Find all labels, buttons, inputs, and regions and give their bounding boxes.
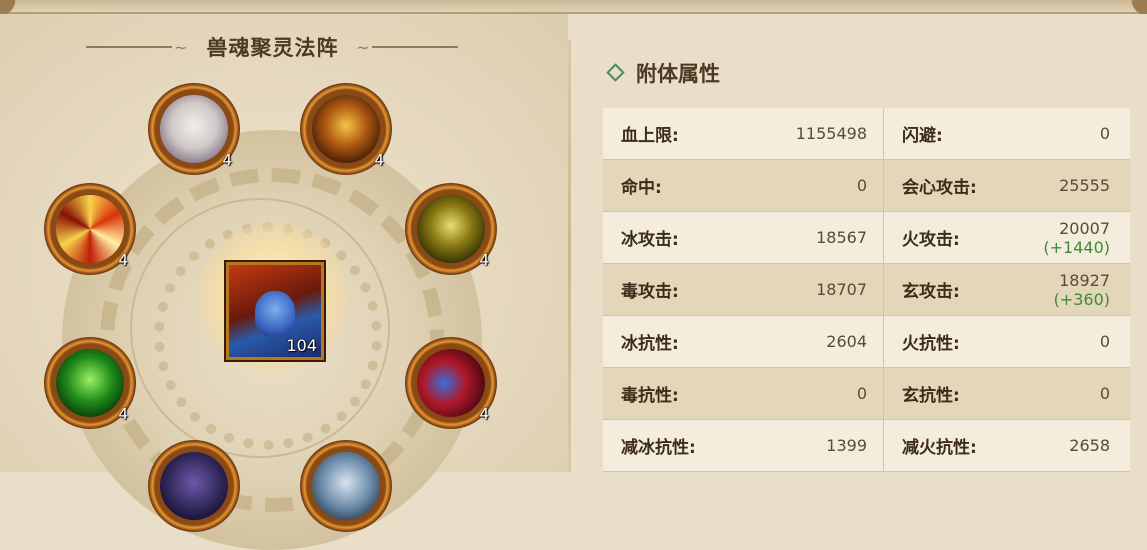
- stat-label: 冰抗性:: [603, 315, 741, 368]
- stat-label: 会心攻击:: [883, 159, 1012, 212]
- table-row: 毒攻击: 18707 玄攻击: 18927 (+360): [603, 263, 1130, 316]
- stat-value: 18567: [741, 211, 884, 264]
- stat-value: 0: [741, 159, 884, 212]
- stat-value: 18707: [741, 263, 884, 316]
- stat-label: 火攻击:: [883, 211, 1012, 264]
- stat-value: 0: [1012, 315, 1130, 368]
- table-row: 毒抗性: 0 玄抗性: 0: [603, 367, 1130, 420]
- slot-level: 4: [479, 251, 489, 269]
- beast-slot-4[interactable]: 4: [405, 183, 497, 275]
- window-frame-top: [0, 0, 1147, 14]
- stat-label: 闪避:: [883, 108, 1012, 160]
- beast-slot-6[interactable]: 4: [405, 337, 497, 429]
- array-title: 兽魂聚灵法阵: [206, 36, 339, 60]
- stat-label: 玄攻击:: [883, 263, 1012, 316]
- stat-label: 减冰抗性:: [603, 419, 741, 472]
- stat-label: 减火抗性:: [883, 419, 1012, 472]
- golden-golem-icon: [417, 195, 485, 263]
- center-pet-level: 104: [286, 336, 317, 355]
- beast-slot-2[interactable]: 4: [300, 83, 392, 175]
- stat-label: 玄抗性:: [883, 367, 1012, 420]
- stat-value: 2604: [741, 315, 884, 368]
- stat-value: 0: [1012, 367, 1130, 420]
- white-beast-icon: [160, 95, 228, 163]
- slot-level: 4: [118, 251, 128, 269]
- table-row: 血上限: 1155498 闪避: 0: [603, 108, 1130, 160]
- stat-label: 毒攻击:: [603, 263, 741, 316]
- table-row: 减冰抗性: 1399 减火抗性: 2658: [603, 419, 1130, 472]
- stat-base: 0: [1099, 384, 1110, 403]
- frost-beast-icon: [312, 452, 380, 520]
- stat-value: 1399: [741, 419, 884, 472]
- attributes-table: 血上限: 1155498 闪避: 0 命中: 0 会心攻击: 25555 冰攻击…: [603, 108, 1130, 472]
- stat-base: 25555: [1059, 176, 1110, 195]
- title-swirl-ornament: ~: [356, 38, 370, 57]
- table-row: 命中: 0 会心攻击: 25555: [603, 159, 1130, 212]
- stat-value: 25555: [1012, 159, 1130, 212]
- beast-slot-3[interactable]: 4: [44, 183, 136, 275]
- slot-level: 4: [374, 151, 384, 169]
- shadow-beast-icon: [160, 452, 228, 520]
- slot-level: 4: [222, 151, 232, 169]
- stat-value: 0: [741, 367, 884, 420]
- stat-label: 命中:: [603, 159, 741, 212]
- stat-base: 20007: [1059, 218, 1110, 238]
- slot-level: 4: [479, 405, 489, 423]
- table-row: 冰抗性: 2604 火抗性: 0: [603, 315, 1130, 368]
- stat-base: 18927: [1059, 270, 1110, 290]
- flame-golem-icon: [312, 95, 380, 163]
- stat-value: 2658: [1012, 419, 1130, 472]
- stat-value: 20007 (+1440): [1012, 211, 1130, 264]
- stat-base: 0: [1099, 124, 1110, 143]
- table-row: 冰攻击: 18567 火攻击: 20007 (+1440): [603, 211, 1130, 264]
- fire-spiral-icon: [56, 195, 124, 263]
- stat-bonus: (+1440): [1043, 237, 1110, 257]
- beast-slot-5[interactable]: 4: [44, 337, 136, 429]
- stat-value: 18927 (+360): [1012, 263, 1130, 316]
- beast-slot-7[interactable]: [148, 440, 240, 532]
- stat-base: 0: [1099, 332, 1110, 351]
- stat-value: 0: [1012, 108, 1130, 160]
- stat-base: 2658: [1069, 436, 1110, 455]
- title-decor-line: [372, 46, 458, 48]
- stat-value: 1155498: [741, 108, 884, 160]
- stat-label: 毒抗性:: [603, 367, 741, 420]
- stat-label: 血上限:: [603, 108, 741, 160]
- center-pet-portrait[interactable]: 104: [226, 262, 324, 360]
- green-spirit-icon: [56, 349, 124, 417]
- stat-label: 冰攻击:: [603, 211, 741, 264]
- crimson-wing-icon: [417, 349, 485, 417]
- stat-label: 火抗性:: [883, 315, 1012, 368]
- slot-level: 4: [118, 405, 128, 423]
- attributes-title: 附体属性: [636, 62, 720, 86]
- beast-slot-8[interactable]: [300, 440, 392, 532]
- stat-bonus: (+360): [1053, 289, 1110, 309]
- beast-slot-1[interactable]: 4: [148, 83, 240, 175]
- blue-demon-face-icon: [255, 291, 295, 337]
